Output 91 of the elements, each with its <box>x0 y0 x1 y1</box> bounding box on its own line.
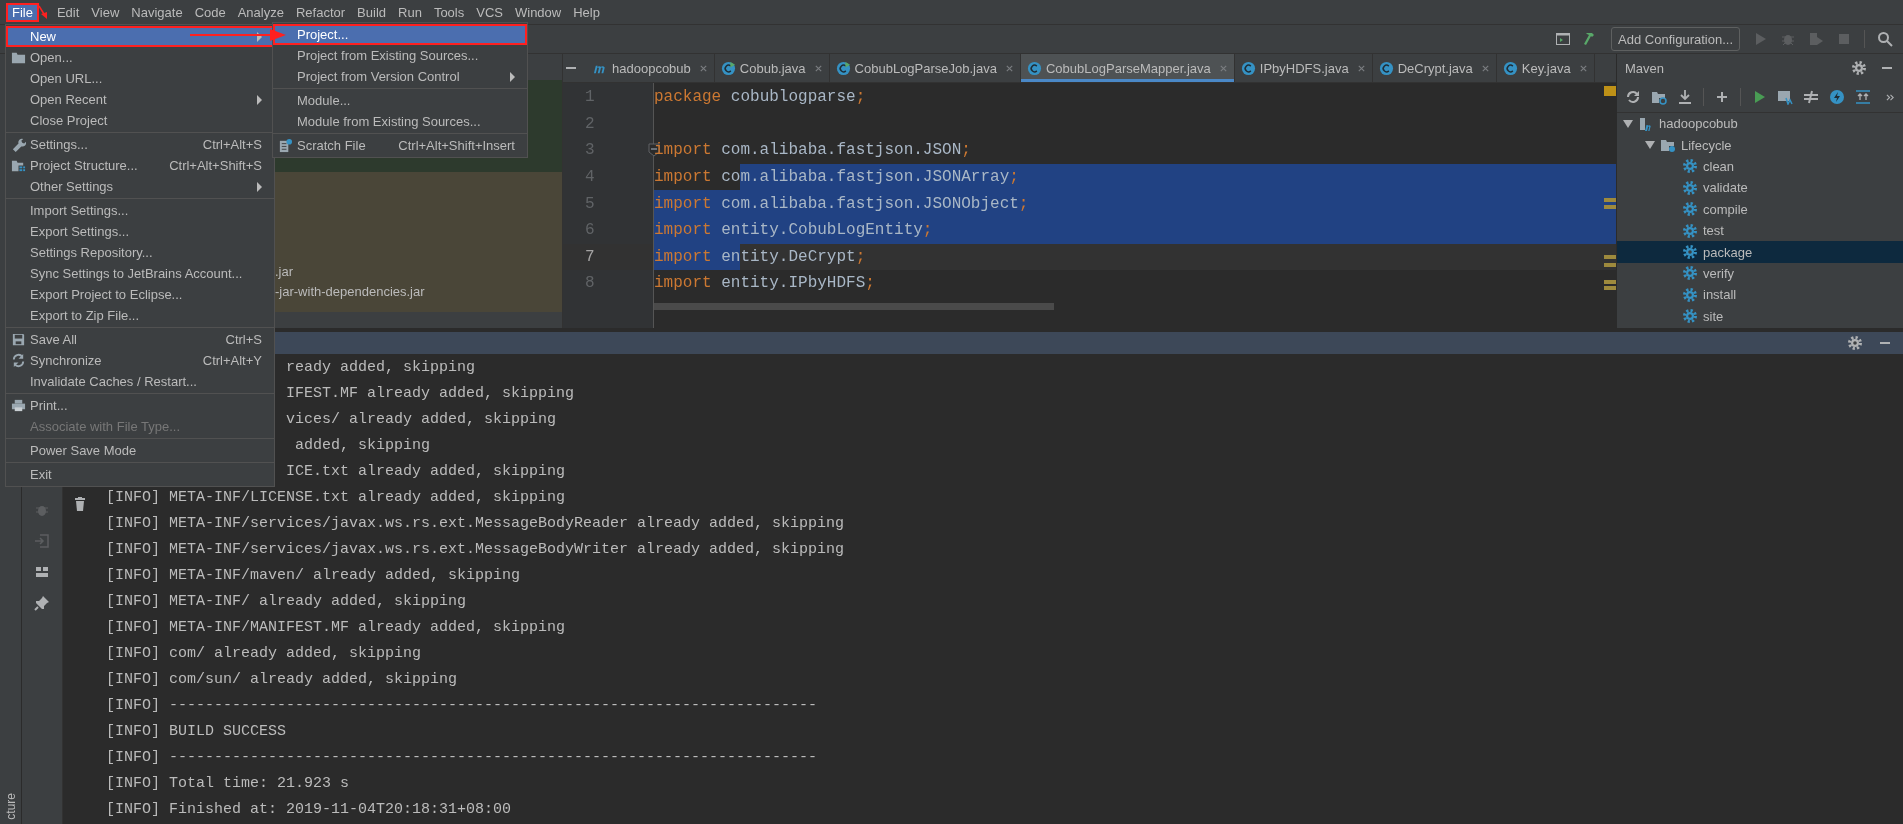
tree-item[interactable]: clean <box>1703 158 1735 174</box>
menu-bar-item[interactable]: Window <box>508 2 568 22</box>
code-line: package cobublogparse; <box>654 88 866 107</box>
console-line: [INFO] META-INF/services/javax.ws.rs.ext.MessageBodyReader already added, skipping <box>106 514 845 534</box>
menu-item[interactable]: Module from Existing Sources... <box>273 111 527 132</box>
tree-item[interactable]: site <box>1703 308 1724 324</box>
console-line: [INFO] META-INF/maven/ already added, skipping <box>106 566 521 586</box>
menu-item[interactable]: Project... <box>273 24 527 45</box>
editor-tab[interactable]: hadoopcobub <box>587 54 715 82</box>
menu-item[interactable]: Close Project <box>6 110 274 131</box>
menu-bar-item[interactable]: Refactor <box>289 2 352 22</box>
console-line: [INFO] META-INF/services/javax.ws.rs.ext.MessageBodyWriter already added, skipping <box>106 540 845 560</box>
editor-tab[interactable]: CobubLogParseJob.java <box>829 54 1021 82</box>
console-line: IFEST.MF already added, skipping <box>286 384 575 404</box>
code-line: import entity.DeCrypt; <box>654 247 866 266</box>
menu-item[interactable]: Open Recent <box>6 89 274 110</box>
console-line: added, skipping <box>294 436 431 456</box>
menu-item[interactable]: Import Settings... <box>6 200 274 221</box>
menu-bar-item[interactable]: Build <box>351 2 392 22</box>
console-line: [INFO] com/sun/ already added, skipping <box>106 670 458 690</box>
console-line: [INFO] Total time: 21.923 s <box>106 774 350 794</box>
console-line: [INFO] ------------------------------------------------------------------------ <box>106 748 818 768</box>
console-line: [INFO] META-INF/ already added, skipping <box>106 592 467 612</box>
panel-title: Maven <box>1625 60 1666 76</box>
menu-item[interactable]: Open... <box>6 47 274 68</box>
menu-bar-item[interactable]: Tools <box>427 2 471 22</box>
menu-item[interactable]: Project Structure... Ctrl+Alt+Shift+S <box>6 155 274 176</box>
menu-item[interactable]: Invalidate Caches / Restart... <box>6 371 274 392</box>
file-name[interactable]: -jar-with-dependencies.jar <box>275 282 562 302</box>
tree-item[interactable]: verify <box>1703 265 1735 281</box>
menu-bar-item[interactable]: Help <box>567 2 606 22</box>
console-line: [INFO] META-INF/MANIFEST.MF already added, skipping <box>106 618 566 638</box>
tree-item[interactable]: compile <box>1703 201 1748 217</box>
console-line: vices/ already added, skipping <box>286 410 557 430</box>
structure-tab[interactable]: cture <box>3 793 18 820</box>
editor-tab[interactable]: DeCrypt.java <box>1372 54 1497 82</box>
shortcut-text: Ctrl+Alt+Y <box>201 353 262 368</box>
editor-tab[interactable]: CobubLogParseMapper.java <box>1021 54 1235 82</box>
menu-bar-item[interactable]: Code <box>188 2 232 22</box>
menu-bar-item[interactable]: File <box>6 2 39 22</box>
menu-item[interactable]: Project from Version Control <box>273 66 527 87</box>
console-line: ICE.txt already added, skipping <box>286 462 566 482</box>
tree-item[interactable]: Lifecycle <box>1681 137 1732 153</box>
editor-tab[interactable]: IPbyHDFS.java <box>1234 54 1373 82</box>
menu-item[interactable]: Export to Zip File... <box>6 305 274 326</box>
console-line: [INFO] Finished at: 2019-11-04T20:18:31+08:00 <box>106 800 512 820</box>
menu-item[interactable]: Save All Ctrl+S <box>6 329 274 350</box>
menu-item[interactable]: Export Settings... <box>6 221 274 242</box>
tree-item[interactable]: package <box>1703 244 1753 260</box>
menu-item[interactable]: Open URL... <box>6 68 274 89</box>
menu-item[interactable]: Print... <box>6 395 274 416</box>
menu-bar-item[interactable]: Navigate <box>125 2 189 22</box>
code-line: import entity.CobubLogEntity; <box>654 221 933 240</box>
menu-bar-item[interactable]: VCS <box>470 2 509 22</box>
menu-bar-item[interactable]: Edit <box>50 2 86 22</box>
console-line: [INFO] META-INF/LICENSE.txt already added, skipping <box>106 488 566 508</box>
console-line: ready added, skipping <box>286 358 476 378</box>
menu-bar-item[interactable]: Run <box>392 2 428 22</box>
menu-item[interactable]: New <box>6 26 274 47</box>
editor-tab[interactable]: Cobub.java <box>714 54 830 82</box>
file-name[interactable]: .jar <box>275 262 562 282</box>
shortcut-text: Ctrl+Alt+S <box>201 137 262 152</box>
shortcut-text: Ctrl+Alt+Shift+Insert <box>397 138 515 153</box>
shortcut-text: Ctrl+S <box>224 332 262 347</box>
menu-item[interactable]: Scratch File Ctrl+Alt+Shift+Insert <box>273 135 527 156</box>
tree-item[interactable]: install <box>1703 287 1737 303</box>
menu-item[interactable]: Exit <box>6 464 274 485</box>
tree-item[interactable]: test <box>1703 223 1724 239</box>
code-line: import entity.IPbyHDFS; <box>654 274 875 293</box>
menu-item[interactable]: Settings... Ctrl+Alt+S <box>6 134 274 155</box>
console-line: [INFO] BUILD SUCCESS <box>106 722 287 742</box>
code-line: import com.alibaba.fastjson.JSONObject; <box>654 194 1029 213</box>
menu-item[interactable]: Synchronize Ctrl+Alt+Y <box>6 350 274 371</box>
menu-item[interactable]: Project from Existing Sources... <box>273 45 527 66</box>
menu-item[interactable]: Export Project to Eclipse... <box>6 284 274 305</box>
menu-item[interactable]: Sync Settings to JetBrains Account... <box>6 263 274 284</box>
menu-bar-item[interactable]: View <box>85 2 126 22</box>
menu-item[interactable]: Settings Repository... <box>6 242 274 263</box>
shortcut-text: Ctrl+Alt+Shift+S <box>168 158 262 173</box>
add-configuration-button[interactable]: Add Configuration... <box>1611 27 1740 51</box>
line-number: 7 <box>585 247 595 266</box>
tree-item[interactable]: validate <box>1703 180 1748 196</box>
menu-item[interactable]: Module... <box>273 90 527 111</box>
code-line: import com.alibaba.fastjson.JSON; <box>654 141 971 160</box>
menu-item[interactable]: Other Settings <box>6 176 274 197</box>
tree-item[interactable]: hadoopcobub <box>1659 116 1738 132</box>
menu-bar-item[interactable]: Analyze <box>231 2 290 22</box>
console-line: [INFO] ------------------------------------------------------------------------ <box>106 696 818 716</box>
menu-item[interactable]: Power Save Mode <box>6 440 274 461</box>
console-line: [INFO] com/ already added, skipping <box>106 644 422 664</box>
editor-tab[interactable]: Key.java <box>1496 54 1595 82</box>
